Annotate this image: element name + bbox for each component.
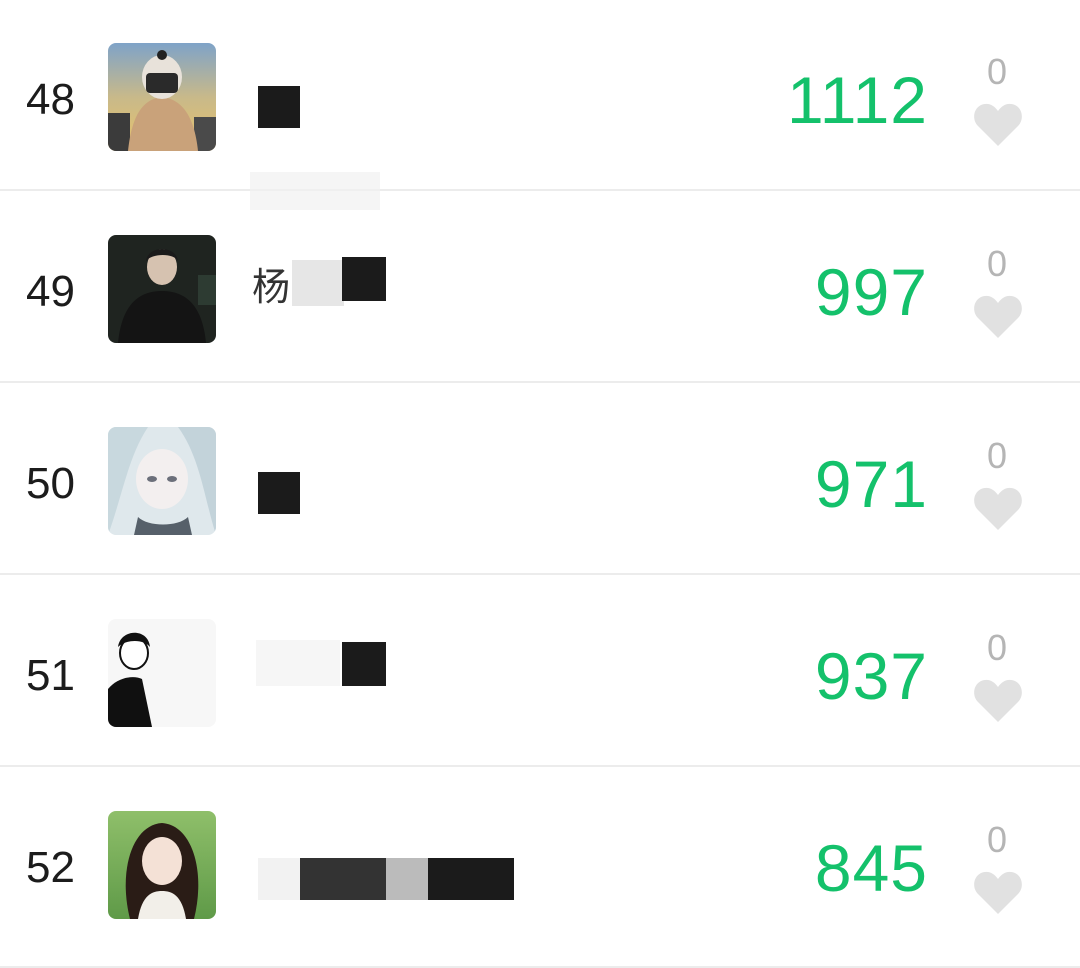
like-count: 0 — [986, 627, 1008, 668]
rank-number: 49 — [26, 267, 75, 316]
leaderboard-row[interactable]: 48 1112 0 — [0, 0, 1080, 210]
heart-icon[interactable] — [973, 486, 1023, 532]
heart-icon[interactable] — [973, 678, 1023, 724]
user-name-area — [252, 828, 552, 900]
redaction-block — [258, 472, 300, 514]
redaction-block — [300, 858, 386, 900]
like-count: 0 — [986, 51, 1008, 92]
heart-icon[interactable] — [973, 870, 1023, 916]
score-value: 971 — [814, 447, 928, 521]
leaderboard-row[interactable]: 50 971 0 — [0, 384, 1080, 575]
rank-number: 52 — [26, 843, 75, 892]
score-value: 997 — [814, 255, 928, 329]
blurred-region — [386, 858, 428, 900]
score-value: 937 — [814, 639, 928, 713]
redaction-block — [258, 86, 300, 128]
rank-number: 50 — [26, 459, 75, 508]
user-avatar[interactable] — [108, 235, 216, 343]
user-avatar[interactable] — [108, 619, 216, 727]
redaction-block — [342, 642, 386, 686]
like-control[interactable]: 0 — [970, 242, 1024, 352]
like-count: 0 — [986, 243, 1008, 284]
like-control[interactable]: 0 — [970, 818, 1024, 928]
like-control[interactable]: 0 — [970, 50, 1024, 160]
heart-icon[interactable] — [973, 102, 1023, 148]
blurred-region — [258, 858, 300, 900]
user-name-area — [252, 636, 552, 706]
user-name-area — [252, 444, 552, 514]
user-name-area: 杨 — [252, 252, 552, 322]
like-count: 0 — [986, 435, 1008, 476]
user-name: 杨 — [252, 265, 291, 309]
heart-icon[interactable] — [973, 294, 1023, 340]
rank-number: 51 — [26, 651, 75, 700]
redaction-block — [428, 858, 514, 900]
like-count: 0 — [986, 819, 1008, 860]
user-avatar[interactable] — [108, 43, 216, 151]
like-control[interactable]: 0 — [970, 626, 1024, 736]
score-value: 845 — [814, 831, 928, 905]
leaderboard-row[interactable]: 52 845 0 — [0, 768, 1080, 968]
blurred-region — [292, 260, 344, 306]
blurred-region — [256, 640, 340, 686]
user-avatar[interactable] — [108, 427, 216, 535]
redaction-block — [342, 257, 386, 301]
leaderboard-row[interactable]: 49 杨 997 0 — [0, 192, 1080, 383]
like-control[interactable]: 0 — [970, 434, 1024, 544]
leaderboard-list: 48 1112 0 49 杨 997 0 50 971 0 51 937 0 5… — [0, 0, 1080, 968]
rank-number: 48 — [26, 75, 75, 124]
leaderboard-row[interactable]: 51 937 0 — [0, 576, 1080, 767]
user-name-area — [250, 60, 552, 210]
user-avatar[interactable] — [108, 811, 216, 919]
score-value: 1112 — [786, 63, 928, 137]
